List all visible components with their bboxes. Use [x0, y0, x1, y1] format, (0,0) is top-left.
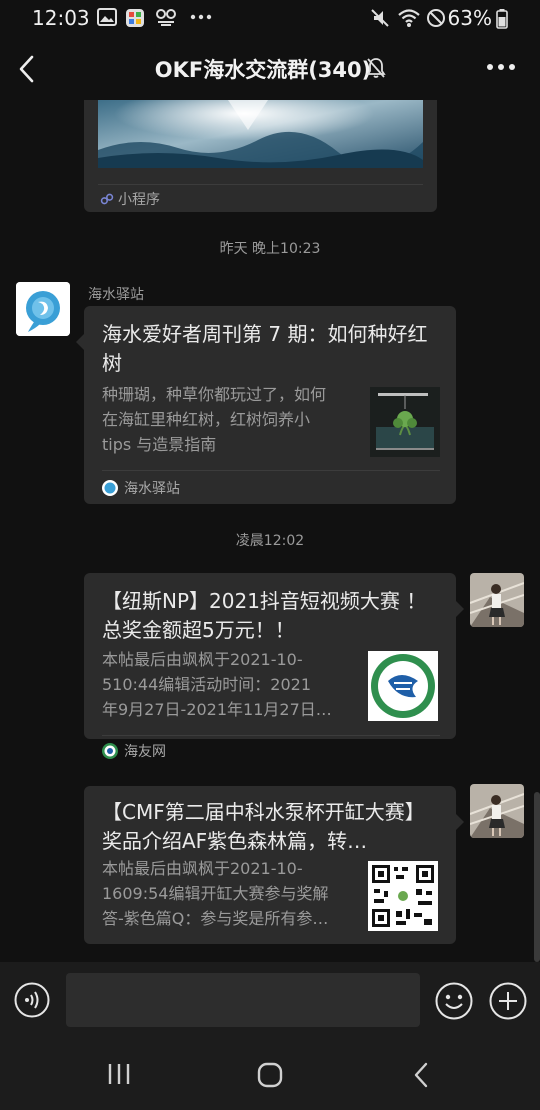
message-input-bar — [0, 962, 540, 1042]
image-icon — [97, 8, 117, 26]
bubble-tail — [456, 601, 464, 617]
article-thumbnail — [368, 651, 438, 721]
article-description: 本帖最后由飒枫于2021-10- 510:44编辑活动时间：2021 年9月27… — [102, 647, 332, 722]
message-input[interactable] — [66, 973, 420, 1027]
recent-apps-icon[interactable] — [106, 1062, 132, 1086]
wifi-icon — [398, 9, 420, 27]
haiyou-source-icon — [102, 743, 118, 759]
chat-scrollbar[interactable] — [534, 792, 540, 962]
card-source-label: 海友网 — [124, 744, 166, 760]
bubble-tail — [76, 334, 84, 350]
chat-title: OKF海水交流群(340) — [154, 58, 372, 82]
battery-percent: 63% — [447, 6, 492, 30]
more-dots-icon — [190, 14, 212, 20]
app-icon — [126, 9, 144, 27]
more-options-icon[interactable] — [486, 62, 516, 72]
card-source-label: 小程序 — [118, 192, 160, 208]
user-photo-icon — [470, 573, 524, 627]
bubble-tail — [456, 814, 464, 830]
card-source-label: 海水驿站 — [124, 481, 180, 497]
mini-program-image — [98, 100, 423, 168]
desc-line: tips 与造景指南 — [102, 435, 217, 454]
article-card[interactable]: 海水爱好者周刊第 7 期：如何种好红树 种珊瑚，种草你都玩过了，如何 在海缸里种… — [76, 306, 456, 504]
self-avatar[interactable] — [470, 573, 524, 627]
sender-avatar[interactable] — [16, 282, 70, 336]
card-source: 海水驿站 — [102, 478, 180, 498]
desc-line: 种珊瑚，种草你都玩过了，如何 — [102, 385, 327, 404]
haishui-logo-icon — [16, 282, 70, 336]
message-timestamp: 昨天 晚上10:23 — [219, 241, 321, 257]
home-icon[interactable] — [257, 1062, 283, 1088]
article-title: 海水爱好者周刊第 7 期：如何种好红树 — [102, 322, 428, 375]
user-photo-icon — [470, 784, 524, 838]
tiktok-icon — [156, 9, 176, 26]
message-timestamp: 凌晨12:02 — [235, 533, 305, 549]
article-card[interactable]: 【纽斯NP】2021抖音短视频大赛 ！总奖金额超5万元！！ 本帖最后由飒枫于20… — [84, 573, 464, 760]
dnd-icon — [427, 9, 445, 27]
chat-header: OKF海水交流群(340) — [0, 40, 540, 100]
chat-messages: 小程序 昨天 晚上10:23 海水驿站 海水爱好者周刊第 7 期：如何种好红树 … — [0, 100, 540, 962]
desc-line: 在海缸里种红树，红树饲养小 — [102, 410, 311, 429]
card-divider — [102, 735, 440, 736]
qr-code-thumbnail — [368, 861, 438, 931]
mini-program-icon — [100, 193, 114, 205]
battery-icon — [496, 9, 508, 29]
haishui-source-icon — [102, 480, 118, 496]
plus-icon[interactable] — [489, 982, 527, 1020]
desc-line: 510:44编辑活动时间：2021 — [102, 675, 312, 694]
sender-name: 海水驿站 — [88, 287, 144, 303]
desc-line: 年9月27日-2021年11月27日… — [102, 700, 332, 719]
system-nav-bar — [0, 1042, 540, 1110]
article-description: 种珊瑚，种草你都玩过了，如何 在海缸里种红树，红树饲养小 tips 与造景指南 — [102, 382, 326, 457]
status-bar: 12:03 63% — [0, 0, 540, 40]
card-source: 海友网 — [102, 741, 166, 761]
card-divider — [102, 470, 440, 471]
self-avatar[interactable] — [470, 784, 524, 838]
article-thumbnail — [370, 387, 440, 457]
emoji-icon[interactable] — [435, 982, 473, 1020]
muted-bell-icon — [366, 58, 386, 78]
desc-line: 本帖最后由飒枫于2021-10- — [102, 859, 303, 878]
article-card[interactable]: 【CMF第二届中科水泵杯开缸大赛】奖品介绍AF紫色森林篇，转… 本帖最后由飒枫于… — [84, 786, 464, 944]
desc-line: 1609:54编辑开缸大赛参与奖解 — [102, 884, 329, 903]
status-time: 12:03 — [32, 6, 90, 30]
nav-back-icon[interactable] — [412, 1062, 430, 1088]
card-source: 小程序 — [100, 189, 160, 209]
desc-line: 答-紫色篇Q：参与奖是所有参… — [102, 909, 329, 928]
desc-line: 本帖最后由飒枫于2021-10- — [102, 650, 303, 669]
article-title: 【CMF第二届中科水泵杯开缸大赛】奖品介绍AF紫色森林篇，转… — [102, 800, 425, 853]
voice-input-icon[interactable] — [14, 982, 50, 1018]
article-description: 本帖最后由飒枫于2021-10- 1609:54编辑开缸大赛参与奖解 答-紫色篇… — [102, 856, 328, 931]
mute-icon — [371, 9, 389, 27]
mini-program-card[interactable]: 小程序 — [84, 100, 437, 212]
article-title: 【纽斯NP】2021抖音短视频大赛 ！总奖金额超5万元！！ — [102, 589, 427, 642]
card-divider — [98, 184, 423, 185]
